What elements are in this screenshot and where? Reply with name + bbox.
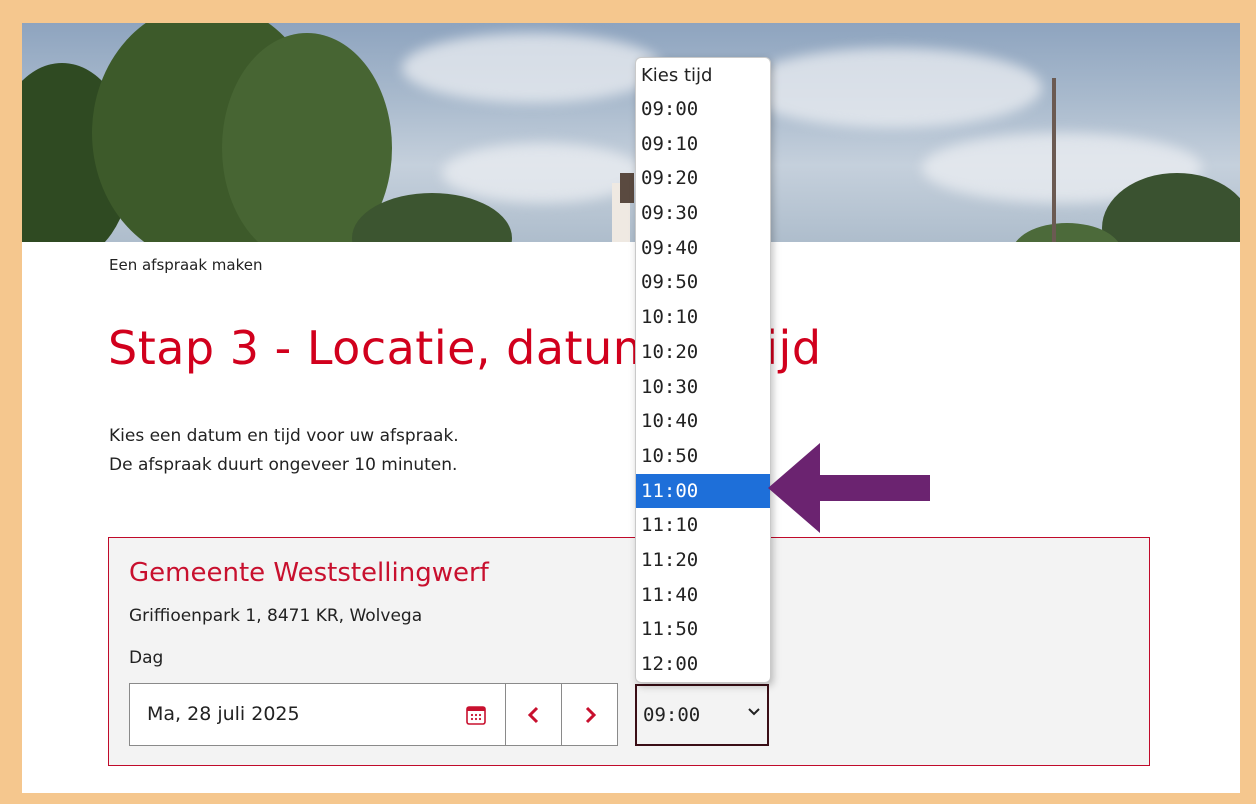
intro-line-1: Kies een datum en tijd voor uw afspraak. xyxy=(109,426,459,446)
time-option[interactable]: 10:40 xyxy=(636,404,770,439)
location-name: Gemeente Weststellingwerf xyxy=(129,558,489,588)
time-option[interactable]: 10:50 xyxy=(636,439,770,474)
time-option[interactable]: 09:20 xyxy=(636,161,770,196)
next-day-button[interactable] xyxy=(561,683,618,746)
time-option[interactable]: 11:10 xyxy=(636,508,770,543)
time-option[interactable]: 11:50 xyxy=(636,612,770,647)
time-option[interactable]: 09:50 xyxy=(636,265,770,300)
time-dropdown-list[interactable]: Kies tijd 09:00 09:10 09:20 09:30 09:40 09:50… xyxy=(635,57,771,683)
hero-banner-image xyxy=(22,23,1240,242)
date-value: Ma, 28 juli 2025 xyxy=(147,703,300,725)
time-option[interactable]: 11:40 xyxy=(636,578,770,613)
intro-text: Kies een datum en tijd voor uw afspraak.… xyxy=(109,422,459,480)
location-card: Gemeente Weststellingwerf Griffioenpark … xyxy=(108,537,1150,766)
time-option[interactable]: 10:20 xyxy=(636,335,770,370)
time-option[interactable]: 10:30 xyxy=(636,370,770,405)
time-option[interactable]: 11:20 xyxy=(636,543,770,578)
day-label: Dag xyxy=(129,648,164,668)
time-option[interactable]: 09:30 xyxy=(636,196,770,231)
time-option[interactable]: 11:00 xyxy=(636,473,770,509)
time-option-placeholder[interactable]: Kies tijd xyxy=(636,58,770,92)
time-select-value: 09:00 xyxy=(643,704,701,726)
breadcrumb[interactable]: Een afspraak maken xyxy=(109,256,263,274)
chevron-left-icon xyxy=(527,706,538,724)
chevron-right-icon xyxy=(585,706,596,724)
time-select[interactable]: 09:00 xyxy=(635,684,769,746)
time-option[interactable]: 09:00 xyxy=(636,92,770,127)
time-option[interactable]: 09:10 xyxy=(636,127,770,162)
previous-day-button[interactable] xyxy=(505,683,562,746)
arrow-left-icon xyxy=(768,443,930,533)
calendar-icon[interactable] xyxy=(465,704,487,726)
intro-line-2: De afspraak duurt ongeveer 10 minuten. xyxy=(109,455,458,475)
location-address: Griffioenpark 1, 8471 KR, Wolvega xyxy=(129,606,423,626)
date-input[interactable]: Ma, 28 juli 2025 xyxy=(129,683,506,746)
time-option[interactable]: 09:40 xyxy=(636,231,770,266)
page-frame: Een afspraak maken Stap 3 - Locatie, dat… xyxy=(22,23,1240,793)
time-option[interactable]: 12:00 xyxy=(636,647,770,682)
chevron-down-icon xyxy=(748,708,760,716)
time-option[interactable]: 10:10 xyxy=(636,300,770,335)
